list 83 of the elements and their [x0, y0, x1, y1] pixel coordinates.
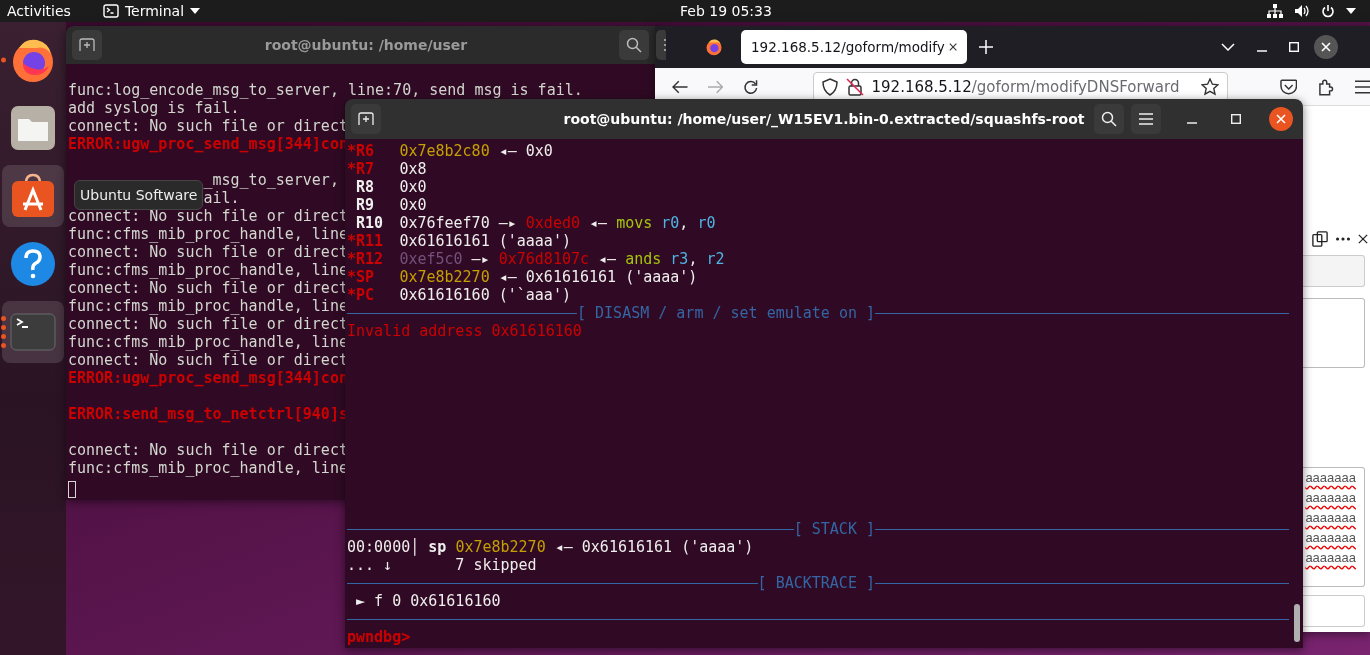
help-icon: [10, 241, 56, 287]
tooltip: Ubuntu Software: [74, 180, 204, 210]
terminal-line: *PC 0x61616160 ('`aaa'): [347, 286, 571, 304]
volume-icon[interactable]: [1294, 4, 1310, 18]
clock[interactable]: Feb 19 05:33: [680, 3, 772, 19]
terminal-line: connect: No such file or direct: [68, 351, 348, 369]
terminal-line: *R7 0x8: [347, 160, 427, 178]
input-field[interactable]: [1303, 595, 1365, 627]
scrollbar-thumb[interactable]: [1294, 604, 1300, 642]
terminal-line: pwndbg>: [347, 628, 411, 646]
terminal-line: connect: No such file or direct: [68, 315, 348, 333]
new-tab-icon[interactable]: [979, 40, 993, 54]
responsive-view-icon[interactable]: [1312, 231, 1328, 247]
section-title: [ BACKTRACE ]: [757, 574, 875, 592]
terminal-line: ... ↓ 7 skipped: [347, 556, 537, 574]
network-icon[interactable]: [1267, 4, 1283, 18]
terminal-line: connect: No such file or direct: [68, 279, 348, 297]
new-tab-icon: [358, 112, 374, 126]
terminal-line: Invalid address 0x61616160: [347, 322, 582, 340]
chevron-down-icon[interactable]: [1221, 43, 1235, 51]
section-title: [ DISASM / arm / set emulate on ]: [577, 304, 875, 322]
terminal-line: *R11 0x61616161 ('aaaa'): [347, 232, 571, 250]
section-title: [ STACK ]: [793, 520, 875, 538]
terminal-line: ail.: [203, 189, 240, 207]
menu-button[interactable]: [1131, 104, 1161, 134]
caret-icon: [190, 8, 201, 14]
terminal-line: connect: No such file or direct: [68, 207, 348, 225]
terminal-icon: [10, 313, 56, 351]
terminal-line: R8 0x0: [355, 178, 427, 196]
insecure-lock-icon[interactable]: [845, 77, 864, 96]
terminal-line: ► f 0 0x61616160: [355, 592, 501, 610]
pocket-icon[interactable]: [1279, 78, 1298, 95]
caret-icon[interactable]: [1346, 8, 1356, 14]
reload-icon[interactable]: [743, 78, 759, 95]
menu-icon[interactable]: [1354, 79, 1370, 94]
terminal-line: *R12 0xef5c0 —▸ 0x76d8107c ◂— ands r3, r2: [347, 250, 725, 268]
close-icon[interactable]: [1314, 35, 1338, 59]
address-bar[interactable]: 192.168.5.12/goform/modifyDNSForward: [812, 71, 1228, 102]
search-button[interactable]: [1094, 104, 1124, 134]
more-icon[interactable]: [1336, 237, 1350, 241]
shopping-bag-icon: [10, 173, 56, 219]
search-icon: [1101, 111, 1117, 127]
app-menu[interactable]: Terminal: [102, 3, 201, 19]
power-icon[interactable]: [1321, 4, 1335, 18]
terminal-line: R9 0x0: [355, 196, 427, 214]
terminal-line: *SP 0x7e8b2270 ◂— 0x61616161 ('aaaa'): [347, 268, 698, 286]
activities-button[interactable]: Activities: [7, 3, 71, 19]
input-field[interactable]: [1303, 255, 1365, 287]
url-text: 192.168.5.12/goform/modifyDNSForward: [871, 77, 1180, 96]
window-title: root@ubuntu: /home/user/_W15EV1.bin-0.extracted/squashfs-root: [563, 111, 1085, 127]
menu-icon: [1139, 113, 1153, 125]
terminal-line: ERROR:ugw_proc_send_msg[344]con: [68, 369, 348, 387]
dock-item[interactable]: [2, 165, 64, 227]
search-icon: [626, 37, 642, 53]
terminal-line: *R6 0x7e8b2c80 ◂— 0x0: [347, 142, 553, 160]
terminal-line: connect: No such file or direct: [68, 117, 348, 135]
shield-icon[interactable]: [821, 77, 838, 96]
puzzle-icon[interactable]: [1317, 77, 1335, 96]
terminal-line: connect: No such file or direct: [68, 243, 348, 261]
terminal-line: connect: No such file or direct: [68, 441, 348, 459]
new-tab-button[interactable]: [72, 30, 102, 60]
close-icon[interactable]: [948, 42, 957, 52]
folder-icon: [10, 105, 56, 151]
terminal-line: ERROR:ugw_proc_send_msg[344]con: [68, 135, 348, 153]
search-button[interactable]: [619, 30, 649, 60]
terminal-line: add syslog is fail.: [68, 99, 240, 117]
new-tab-icon: [79, 38, 95, 52]
back-icon[interactable]: [672, 79, 688, 94]
star-icon[interactable]: [1200, 77, 1219, 96]
maximize-icon[interactable]: [1231, 114, 1241, 124]
terminal-icon: [102, 4, 119, 18]
new-tab-button[interactable]: [351, 104, 381, 134]
terminal-line: ERROR:send_msg_to_netctrl[940]s: [68, 405, 348, 423]
browser-tab[interactable]: 192.168.5.12/goform/modify: [741, 30, 967, 64]
close-icon[interactable]: [1358, 234, 1368, 244]
terminal-line: R10 0x76feef70 —▸ 0xded0 ◂— movs r0, r0: [355, 214, 716, 232]
text-area[interactable]: aaaaaaa aaaaaaa aaaaaaa aaaaaaa aaaaaaa: [1303, 467, 1365, 587]
terminal-line: func:log_encode_msg_to_server, line:70, send msg is fail.: [68, 81, 583, 99]
terminal-line: _msg_to_server,: [203, 171, 339, 189]
terminal-line: 00:0000│ sp 0x7e8b2270 ◂— 0x61616161 ('aaaa'): [347, 538, 754, 556]
window-title: root@ubuntu: /home/user: [264, 37, 468, 53]
browser-icon[interactable]: [705, 38, 723, 56]
close-icon[interactable]: [1269, 107, 1293, 131]
